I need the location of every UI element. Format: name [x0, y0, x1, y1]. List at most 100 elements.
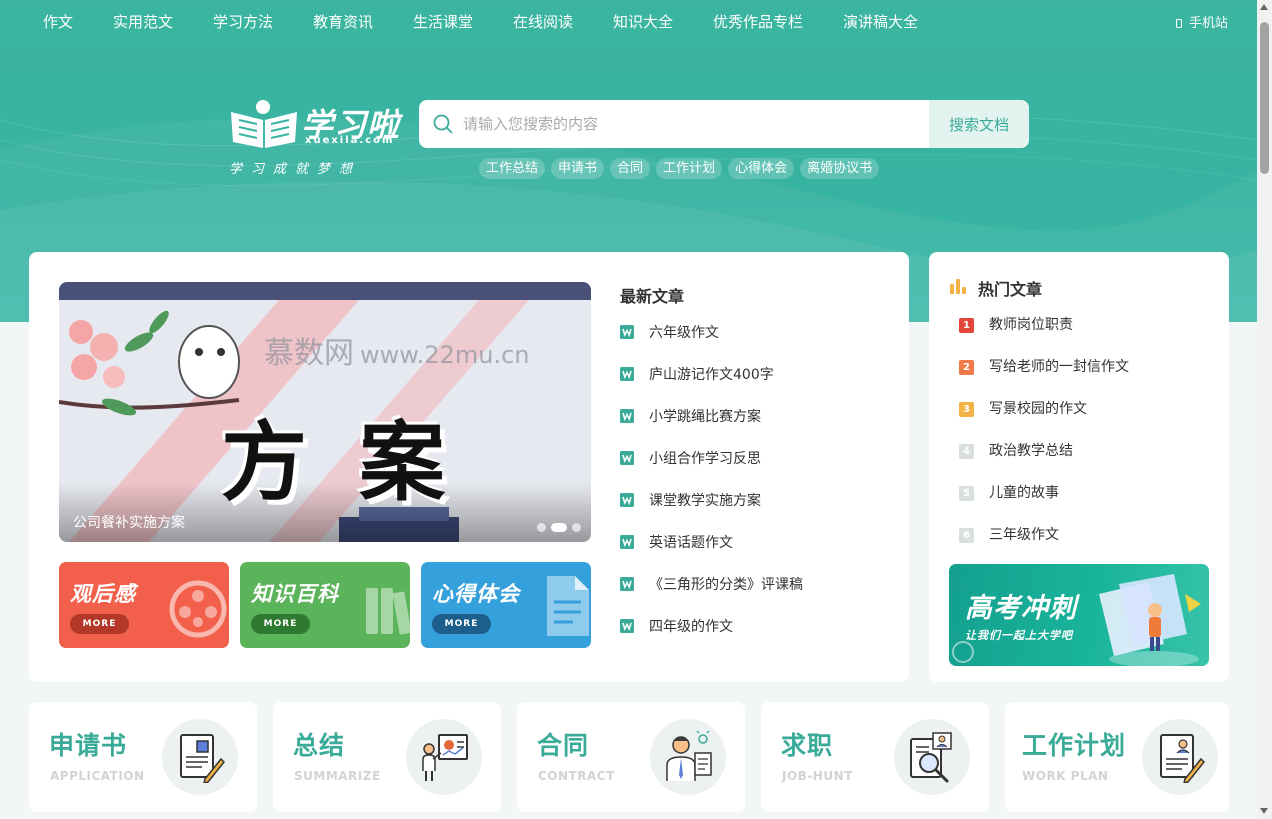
category-icon-wrap [406, 719, 482, 795]
list-item[interactable]: 小学跳绳比赛方案 [620, 406, 890, 448]
mobile-site-link[interactable]: 手机站 [1176, 12, 1228, 31]
list-item[interactable]: 6 三年级作文 [959, 526, 1209, 568]
page-scrollbar[interactable] [1257, 0, 1272, 819]
document-icon [547, 576, 589, 636]
nav-item-shenghuo-ketang[interactable]: 生活课堂 [413, 11, 473, 32]
carousel-dot-active[interactable] [551, 523, 567, 532]
list-item[interactable]: 英语话题作文 [620, 532, 890, 574]
list-item[interactable]: 4 政治教学总结 [959, 442, 1209, 484]
promo-zhishi-baike[interactable]: 知识百科 MORE [240, 562, 410, 648]
category-title: 求职 [781, 731, 834, 760]
scroll-up-arrow[interactable] [1260, 4, 1268, 10]
list-item[interactable]: 四年级的作文 [620, 616, 890, 658]
nav-item-youxiu-zuopin[interactable]: 优秀作品专栏 [713, 11, 803, 32]
film-reel-icon [169, 580, 227, 638]
word-doc-icon [620, 619, 634, 633]
rank-badge: 2 [959, 360, 974, 375]
hot-tag-hetong[interactable]: 合同 [610, 158, 651, 179]
category-card-job-hunt[interactable]: 求职 JOB-HUNT [761, 702, 989, 812]
phone-icon [1176, 19, 1182, 28]
hot-tag-lihun-xieyishu[interactable]: 离婚协议书 [800, 158, 880, 179]
category-card-work-plan[interactable]: 工作计划 WORK PLAN [1005, 702, 1229, 812]
article-title: 政治教学总结 [989, 443, 1073, 459]
summarize-icon [422, 734, 468, 781]
category-subtitle: APPLICATION [50, 769, 145, 783]
article-title: 小学跳绳比赛方案 [649, 409, 761, 425]
contract-icon [666, 731, 712, 781]
site-logo[interactable]: 学习啦 xuexila.com 学习成就梦想 [229, 98, 399, 178]
mobile-site-label: 手机站 [1189, 16, 1229, 31]
list-item[interactable]: 5 儿童的故事 [959, 484, 1209, 526]
article-title: 庐山游记作文400字 [649, 367, 774, 383]
nav-item-jiaoyu-zixun[interactable]: 教育资讯 [313, 11, 373, 32]
promo-title: 心得体会 [432, 582, 520, 606]
list-item[interactable]: 《三角形的分类》评课稿 [620, 574, 890, 616]
hot-tag-gongzuo-zongjie[interactable]: 工作总结 [479, 158, 546, 179]
hot-tags: 工作总结 申请书 合同 工作计划 心得体会 离婚协议书 [479, 157, 885, 179]
logo-slogan: 学习成就梦想 [229, 162, 362, 177]
article-title: 英语话题作文 [649, 535, 733, 551]
work-plan-icon [1160, 734, 1205, 783]
promo-more-button[interactable]: MORE [70, 614, 129, 634]
search-button[interactable]: 搜索文档 [929, 100, 1029, 148]
nav-item-xuexi-fangfa[interactable]: 学习方法 [213, 11, 273, 32]
promo-xinde-tihui[interactable]: 心得体会 MORE [421, 562, 591, 648]
open-book-logo-icon [231, 100, 297, 148]
rank-badge: 6 [959, 528, 974, 543]
category-title: 总结 [293, 731, 346, 760]
rank-badge: 1 [959, 318, 974, 333]
category-icon-wrap [162, 719, 238, 795]
list-item[interactable]: 六年级作文 [620, 322, 890, 364]
category-card-application[interactable]: 申请书 APPLICATION [29, 702, 257, 812]
carousel-dot[interactable] [572, 523, 581, 532]
bar-chart-icon [950, 279, 966, 294]
category-icon-wrap [894, 719, 970, 795]
scroll-down-arrow[interactable] [1260, 808, 1268, 814]
word-doc-icon [620, 451, 634, 465]
books-icon [366, 588, 410, 635]
list-item[interactable]: 1 教师岗位职责 [959, 316, 1209, 358]
hot-tag-gongzuo-jihua[interactable]: 工作计划 [656, 158, 723, 179]
article-title: 六年级作文 [649, 325, 719, 341]
category-subtitle: SUMMARIZE [294, 769, 381, 783]
nav-item-zuowen[interactable]: 作文 [43, 11, 73, 32]
list-item[interactable]: 庐山游记作文400字 [620, 364, 890, 406]
banner-carousel[interactable]: 慕数网 www.22mu.cn 方 案 公司餐补实施方案 [59, 282, 591, 542]
promo-guanhougan[interactable]: 观后感 MORE [59, 562, 229, 648]
carousel-dot[interactable] [537, 523, 546, 532]
hot-articles-list: 1 教师岗位职责 2 写给老师的一封信作文 3 写景校园的作文 4 政治教学总结 5 儿童… [959, 316, 1209, 568]
list-item[interactable]: 2 写给老师的一封信作文 [959, 358, 1209, 400]
banner-big-text-2: 案 [359, 413, 445, 513]
promo-title: 观后感 [70, 582, 136, 606]
list-item[interactable]: 课堂教学实施方案 [620, 490, 890, 532]
nav-item-zaixian-yuedu[interactable]: 在线阅读 [513, 11, 573, 32]
search-input[interactable] [463, 100, 923, 148]
category-card-contract[interactable]: 合同 CONTRACT [517, 702, 745, 812]
gaokao-title: 高考冲刺 [965, 593, 1077, 624]
hot-articles-title: 热门文章 [978, 280, 1043, 299]
article-title: 教师岗位职责 [989, 317, 1073, 333]
hot-tag-xinde-tihui[interactable]: 心得体会 [728, 158, 795, 179]
hot-tag-shenqingshu[interactable]: 申请书 [551, 158, 605, 179]
nav-item-yanjianggao[interactable]: 演讲稿大全 [843, 11, 918, 32]
search-box: 搜索文档 [419, 100, 1029, 148]
list-item[interactable]: 3 写景校园的作文 [959, 400, 1209, 442]
banner-big-text-1: 方 [221, 413, 307, 513]
category-title: 工作计划 [1022, 731, 1127, 760]
promo-more-button[interactable]: MORE [432, 614, 491, 634]
rank-badge: 4 [959, 444, 974, 459]
top-nav: 作文 实用范文 学习方法 教育资讯 生活课堂 在线阅读 知识大全 优秀作品专栏 … [0, 0, 1257, 40]
list-item[interactable]: 小组合作学习反思 [620, 448, 890, 490]
gaokao-banner[interactable]: 高考冲刺 让我们一起上大学吧 [949, 564, 1209, 666]
banner-caption[interactable]: 公司餐补实施方案 [73, 512, 185, 532]
gaokao-subtitle: 让我们一起上大学吧 [965, 629, 1073, 642]
nav-item-zhishi-daquan[interactable]: 知识大全 [613, 11, 673, 32]
article-title: 《三角形的分类》评课稿 [649, 577, 803, 593]
word-doc-icon [620, 493, 634, 507]
latest-articles-title: 最新文章 [620, 287, 685, 306]
scroll-thumb[interactable] [1260, 22, 1269, 174]
promo-more-button[interactable]: MORE [251, 614, 310, 634]
word-doc-icon [620, 409, 634, 423]
category-card-summarize[interactable]: 总结 SUMMARIZE [273, 702, 501, 812]
nav-item-shiyong-fanwen[interactable]: 实用范文 [113, 11, 173, 32]
